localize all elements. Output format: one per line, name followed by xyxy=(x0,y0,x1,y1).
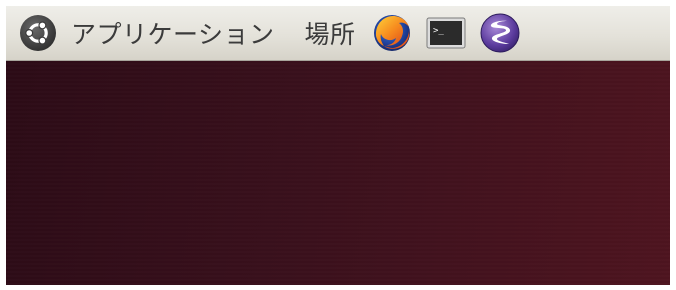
terminal-launcher[interactable]: >_ xyxy=(424,11,468,55)
top-panel: アプリケーション 場所 >_ xyxy=(6,6,670,61)
ubuntu-logo-icon[interactable] xyxy=(19,14,57,52)
desktop-screen: アプリケーション 場所 >_ xyxy=(6,6,670,285)
emacs-icon xyxy=(479,12,521,54)
desktop-background xyxy=(6,61,670,285)
places-menu[interactable]: 場所 xyxy=(305,6,356,61)
svg-text:>_: >_ xyxy=(433,26,444,36)
applications-menu[interactable]: アプリケーション xyxy=(71,6,275,61)
firefox-launcher[interactable] xyxy=(370,11,414,55)
emacs-launcher[interactable] xyxy=(478,11,522,55)
firefox-icon xyxy=(371,12,413,54)
terminal-icon: >_ xyxy=(426,16,466,50)
